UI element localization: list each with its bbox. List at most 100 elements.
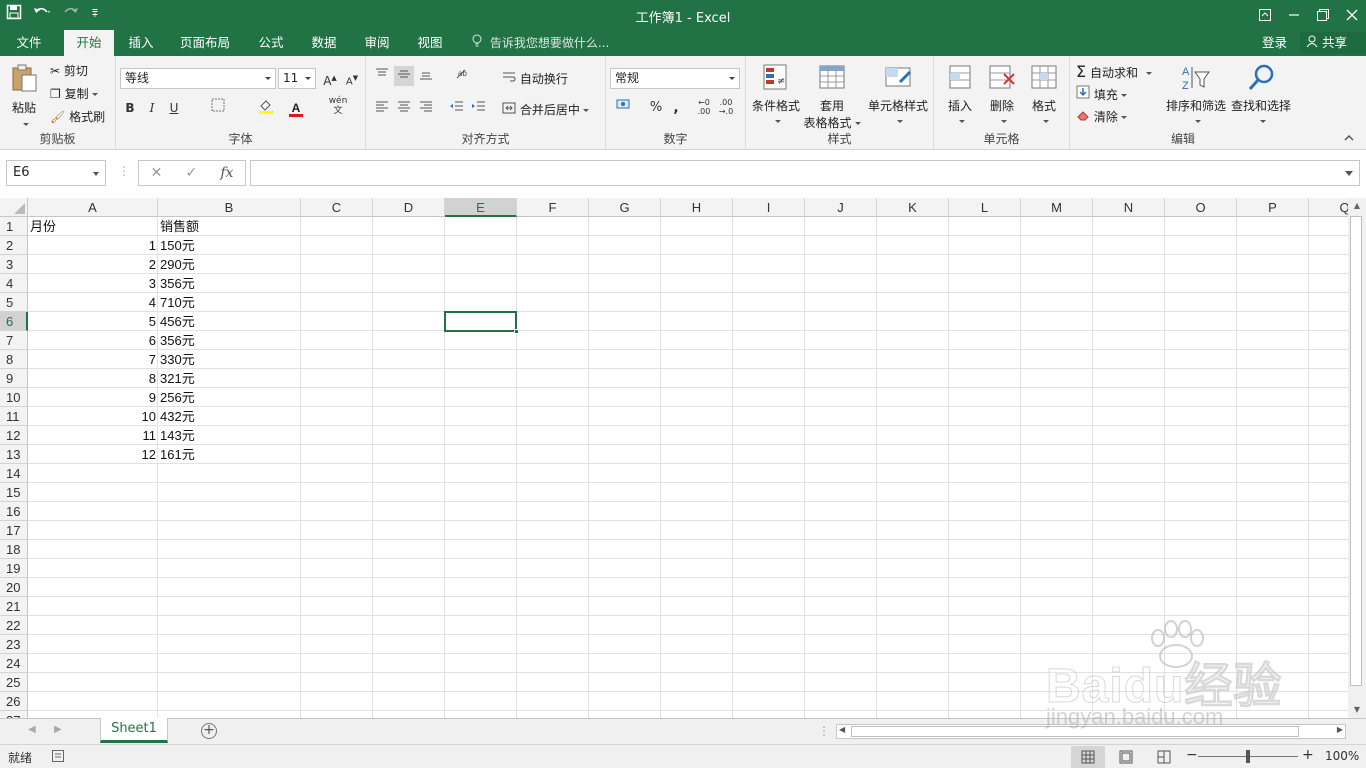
row-header-18[interactable]: 18 xyxy=(0,540,28,559)
align-center-icon[interactable] xyxy=(394,98,414,118)
column-header-i[interactable]: I xyxy=(733,198,805,217)
increase-decimal-icon[interactable]: ←0.00 xyxy=(694,98,714,118)
bold-button[interactable]: B xyxy=(120,98,140,118)
vertical-scroll-thumb[interactable] xyxy=(1350,216,1362,686)
restore-icon[interactable] xyxy=(1308,0,1337,30)
share-button[interactable]: 共享 xyxy=(1300,32,1366,54)
row-header-23[interactable]: 23 xyxy=(0,635,28,654)
cell-b8[interactable]: 330元 xyxy=(158,350,301,369)
decrease-decimal-icon[interactable]: .00 →.0 xyxy=(716,98,736,118)
page-break-view-icon[interactable] xyxy=(1147,746,1181,768)
zoom-level[interactable]: 100% xyxy=(1325,749,1359,763)
cell-a9[interactable]: 8 xyxy=(28,369,158,388)
row-header-9[interactable]: 9 xyxy=(0,369,28,388)
align-left-icon[interactable] xyxy=(372,98,392,118)
insert-cells-button[interactable]: 插入 xyxy=(942,62,978,128)
tab-view[interactable]: 视图 xyxy=(409,30,451,56)
tab-splitter-icon[interactable]: ⋮ xyxy=(818,724,830,738)
row-header-25[interactable]: 25 xyxy=(0,673,28,692)
select-all-button[interactable] xyxy=(0,198,28,217)
borders-icon[interactable] xyxy=(208,98,228,118)
cell-b5[interactable]: 710元 xyxy=(158,293,301,312)
format-as-table-button[interactable]: 套用 表格格式 xyxy=(802,62,862,131)
tab-data[interactable]: 数据 xyxy=(303,30,345,56)
close-icon[interactable] xyxy=(1337,0,1366,30)
row-header-20[interactable]: 20 xyxy=(0,578,28,597)
prev-sheet-icon[interactable]: ◀ xyxy=(28,724,36,735)
column-header-a[interactable]: A xyxy=(28,198,158,217)
column-header-m[interactable]: M xyxy=(1021,198,1093,217)
cell-b2[interactable]: 150元 xyxy=(158,236,301,255)
phonetic-guide-icon[interactable]: wén 文 xyxy=(328,96,348,116)
normal-view-icon[interactable] xyxy=(1071,746,1105,768)
copy-button[interactable]: ❐ 复制 xyxy=(50,85,98,102)
horizontal-scroll-thumb[interactable] xyxy=(851,726,1299,737)
cell-b10[interactable]: 256元 xyxy=(158,388,301,407)
wrap-text-button[interactable]: 自动换行 xyxy=(502,70,568,87)
column-header-e[interactable]: E xyxy=(445,198,517,217)
row-header-16[interactable]: 16 xyxy=(0,502,28,521)
horizontal-scrollbar[interactable]: ◀ ▶ xyxy=(836,724,1346,739)
cell-a2[interactable]: 1 xyxy=(28,236,158,255)
column-header-j[interactable]: J xyxy=(805,198,877,217)
cell-a6[interactable]: 5 xyxy=(28,312,158,331)
cell-a10[interactable]: 9 xyxy=(28,388,158,407)
tell-me-search[interactable]: 告诉我您想要做什么... xyxy=(472,30,609,56)
align-top-icon[interactable] xyxy=(372,66,392,86)
formula-bar-splitter-icon[interactable]: ⋮ xyxy=(118,164,130,178)
find-select-button[interactable]: 查找和选择 xyxy=(1230,62,1292,128)
cell-a5[interactable]: 4 xyxy=(28,293,158,312)
row-header-8[interactable]: 8 xyxy=(0,350,28,369)
accounting-format-icon[interactable] xyxy=(610,98,640,118)
worksheet-grid[interactable]: ABCDEFGHIJKLMNOPQ 1 2 3 4 5 6 7 8 9 10 11 12 13 14 15 1… xyxy=(0,198,1348,718)
zoom-slider[interactable] xyxy=(1198,750,1298,763)
fill-color-icon[interactable] xyxy=(256,98,276,118)
cell-a3[interactable]: 2 xyxy=(28,255,158,274)
fill-handle[interactable] xyxy=(514,329,519,334)
tab-insert[interactable]: 插入 xyxy=(120,30,162,56)
macro-record-icon[interactable] xyxy=(52,750,64,765)
column-header-l[interactable]: L xyxy=(949,198,1021,217)
font-name-select[interactable]: 等线 xyxy=(120,68,276,89)
column-header-k[interactable]: K xyxy=(877,198,949,217)
confirm-entry-icon[interactable]: ✓ xyxy=(185,165,197,181)
row-header-12[interactable]: 12 xyxy=(0,426,28,445)
number-format-select[interactable]: 常规 xyxy=(610,68,740,89)
paste-button[interactable]: 粘贴 xyxy=(6,62,42,132)
cell-a4[interactable]: 3 xyxy=(28,274,158,293)
tab-page-layout[interactable]: 页面布局 xyxy=(172,30,238,56)
scroll-down-icon[interactable]: ▼ xyxy=(1348,702,1366,718)
zoom-out-icon[interactable]: − xyxy=(1186,747,1198,763)
tab-home[interactable]: 开始 xyxy=(64,30,114,56)
cell-b9[interactable]: 321元 xyxy=(158,369,301,388)
scroll-right-icon[interactable]: ▶ xyxy=(1337,725,1343,734)
decrease-indent-icon[interactable] xyxy=(446,98,466,118)
column-header-q[interactable]: Q xyxy=(1309,198,1348,217)
fill-button[interactable]: 填充 xyxy=(1076,85,1127,103)
increase-indent-icon[interactable] xyxy=(468,98,488,118)
scroll-left-icon[interactable]: ◀ xyxy=(839,725,845,734)
italic-button[interactable]: I xyxy=(142,98,162,118)
active-cell-selection[interactable] xyxy=(444,311,519,334)
cell-b4[interactable]: 356元 xyxy=(158,274,301,293)
cancel-entry-icon[interactable]: ✕ xyxy=(151,165,163,181)
format-painter-button[interactable]: 🖌 格式刷 xyxy=(50,108,105,125)
conditional-formatting-button[interactable]: ≠ 条件格式 xyxy=(750,62,802,128)
cell-a7[interactable]: 6 xyxy=(28,331,158,350)
cell-b13[interactable]: 161元 xyxy=(158,445,301,464)
increase-font-icon[interactable]: A▲ xyxy=(320,68,340,88)
zoom-in-icon[interactable]: + xyxy=(1302,747,1314,763)
delete-cells-button[interactable]: 删除 xyxy=(984,62,1020,128)
decrease-font-icon[interactable]: A▼ xyxy=(342,68,362,88)
font-size-select[interactable]: 11 xyxy=(278,68,316,89)
column-header-b[interactable]: B xyxy=(158,198,301,217)
column-header-h[interactable]: H xyxy=(661,198,733,217)
align-middle-icon[interactable] xyxy=(394,66,414,86)
cell-a13[interactable]: 12 xyxy=(28,445,158,464)
collapse-ribbon-icon[interactable] xyxy=(1344,134,1354,145)
cell-b6[interactable]: 456元 xyxy=(158,312,301,331)
row-header-24[interactable]: 24 xyxy=(0,654,28,673)
row-header-17[interactable]: 17 xyxy=(0,521,28,540)
page-layout-view-icon[interactable] xyxy=(1109,746,1143,768)
row-header-1[interactable]: 1 xyxy=(0,217,28,236)
